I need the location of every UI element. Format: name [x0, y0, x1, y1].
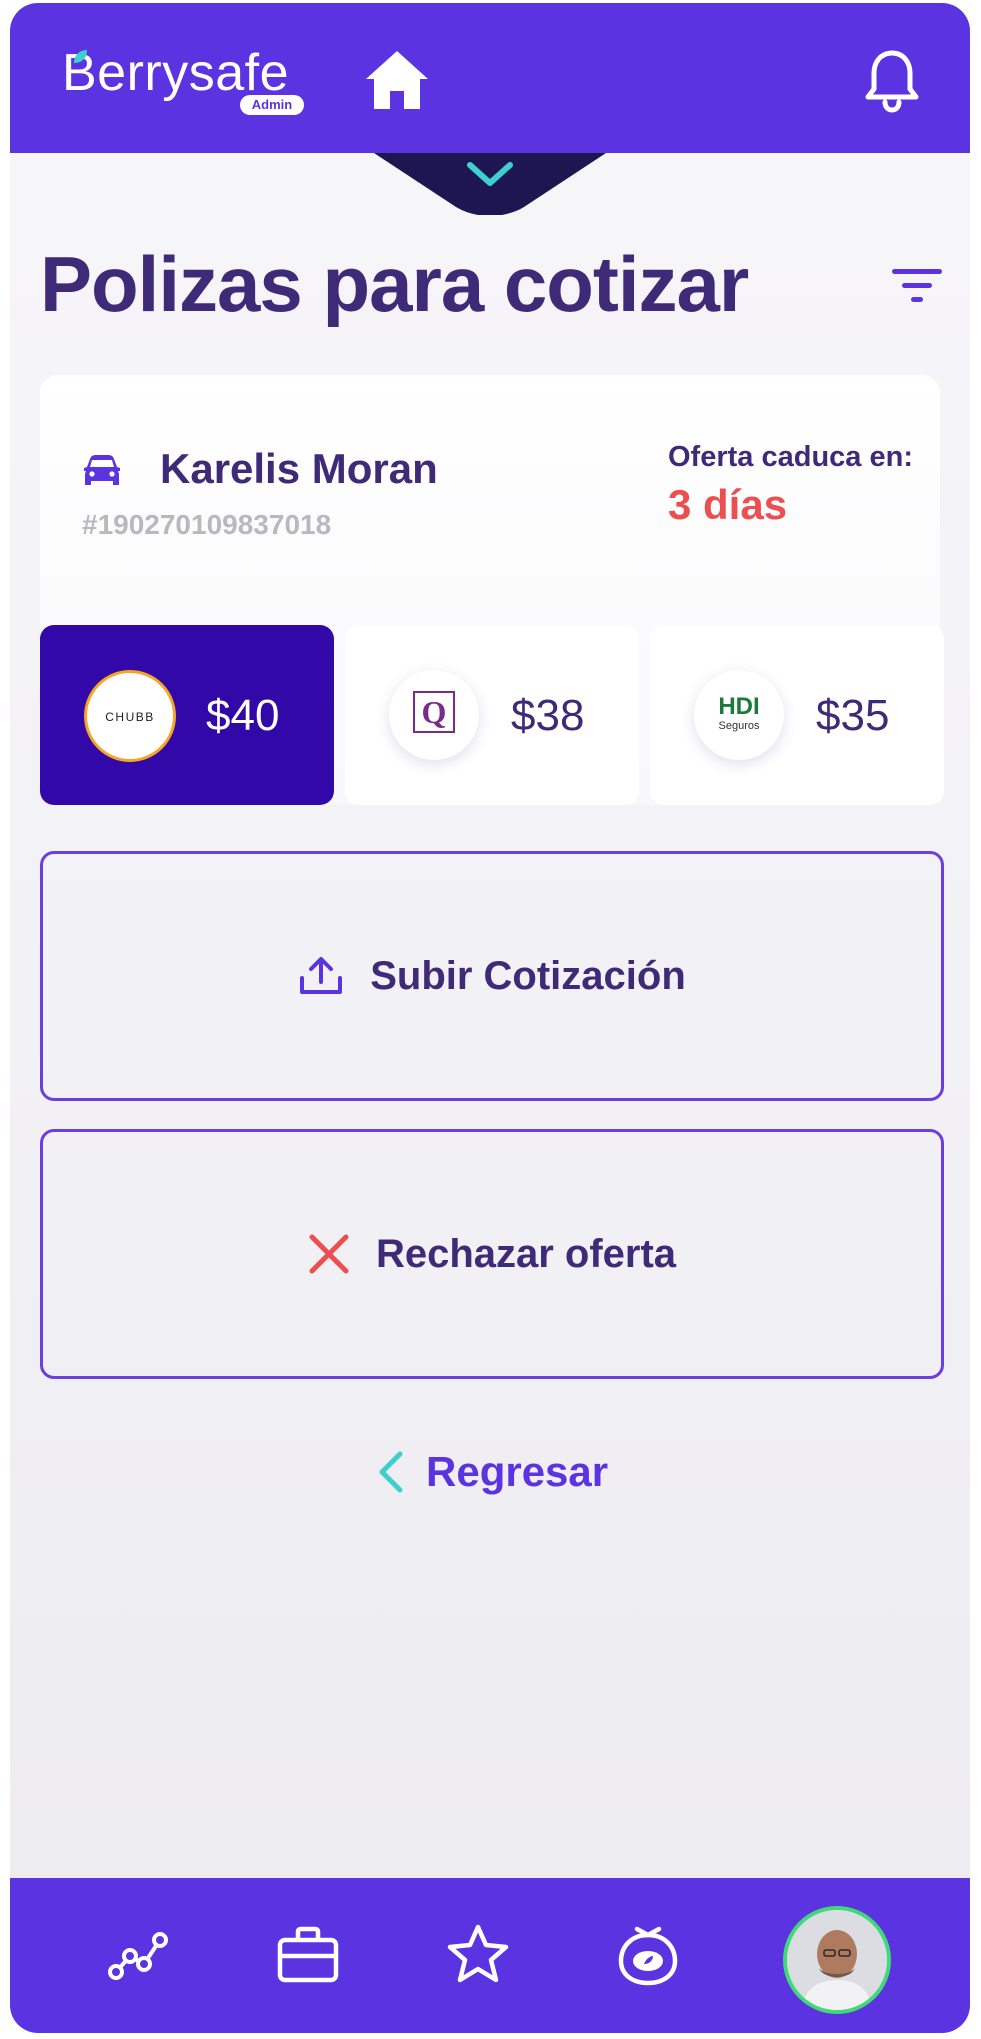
nav-policies[interactable]: [272, 1918, 344, 1990]
quote-option-chubb[interactable]: CHUBB $40: [40, 625, 334, 805]
chevron-left-icon: [379, 1451, 403, 1493]
chubb-logo-mark: CHUBB: [105, 710, 155, 724]
upload-label: Subir Cotización: [370, 953, 686, 998]
back-label: Regresar: [426, 1448, 609, 1495]
hdi-logo-mark: HDI Seguros: [718, 693, 760, 732]
quote-price: $40: [206, 691, 280, 740]
qualitas-logo: Q: [389, 670, 479, 760]
back-button[interactable]: Regresar: [378, 1439, 608, 1505]
top-bar: Berrysafe Admin: [10, 3, 970, 153]
client-name: Karelis Moran: [160, 445, 438, 492]
qualitas-logo-mark: Q: [413, 691, 455, 733]
filter-icon: [892, 269, 942, 302]
upload-icon: [300, 957, 343, 994]
leaf-icon: [74, 50, 87, 63]
admin-badge: Admin: [240, 95, 304, 115]
reject-label: Rechazar oferta: [375, 1231, 677, 1276]
nav-stats[interactable]: [102, 1918, 174, 1990]
svg-text:Seguros: Seguros: [719, 720, 760, 732]
app-frame: Berrysafe Admin Polizas para cotizar Kar…: [10, 3, 970, 2033]
home-button[interactable]: [362, 45, 432, 115]
chevron-down-icon: [467, 162, 513, 186]
nav-favorites[interactable]: [442, 1918, 514, 1990]
svg-text:Q: Q: [422, 694, 447, 730]
berry-icon: [618, 1926, 678, 1986]
svg-text:CHUBB: CHUBB: [105, 710, 155, 724]
hdi-logo: HDI Seguros: [694, 670, 784, 760]
dropdown-toggle[interactable]: [374, 153, 606, 215]
policy-id: #190270109837018: [82, 509, 332, 540]
page-title: Polizas para cotizar: [40, 240, 749, 328]
close-icon: [309, 1234, 349, 1274]
svg-text:HDI: HDI: [718, 693, 759, 720]
avatar-photo: [787, 1910, 887, 2010]
chubb-logo: CHUBB: [84, 670, 176, 762]
profile-avatar[interactable]: [783, 1906, 891, 2014]
star-icon: [447, 1924, 509, 1983]
expire-label: Oferta caduca en:: [668, 441, 913, 473]
quote-price: $35: [816, 691, 890, 740]
berrysafe-logo[interactable]: Berrysafe Admin: [62, 43, 304, 115]
filter-button[interactable]: [890, 265, 944, 307]
nav-berry[interactable]: [612, 1918, 684, 1990]
car-icon: [84, 455, 120, 485]
notifications-button[interactable]: [862, 45, 922, 115]
quote-option-hdi[interactable]: HDI Seguros $35: [650, 625, 944, 805]
stats-icon: [108, 1932, 168, 1980]
bottom-nav: [10, 1878, 970, 2033]
quote-option-qualitas[interactable]: Q $38: [345, 625, 639, 805]
upload-quote-button[interactable]: Subir Cotización: [40, 851, 944, 1101]
logo-text: Berrysafe: [62, 44, 290, 102]
expire-value: 3 días: [668, 481, 788, 528]
reject-offer-button[interactable]: Rechazar oferta: [40, 1129, 944, 1379]
bell-icon: [865, 50, 919, 113]
quote-price: $38: [511, 691, 585, 740]
briefcase-icon: [277, 1926, 339, 1983]
home-icon: [366, 51, 428, 109]
